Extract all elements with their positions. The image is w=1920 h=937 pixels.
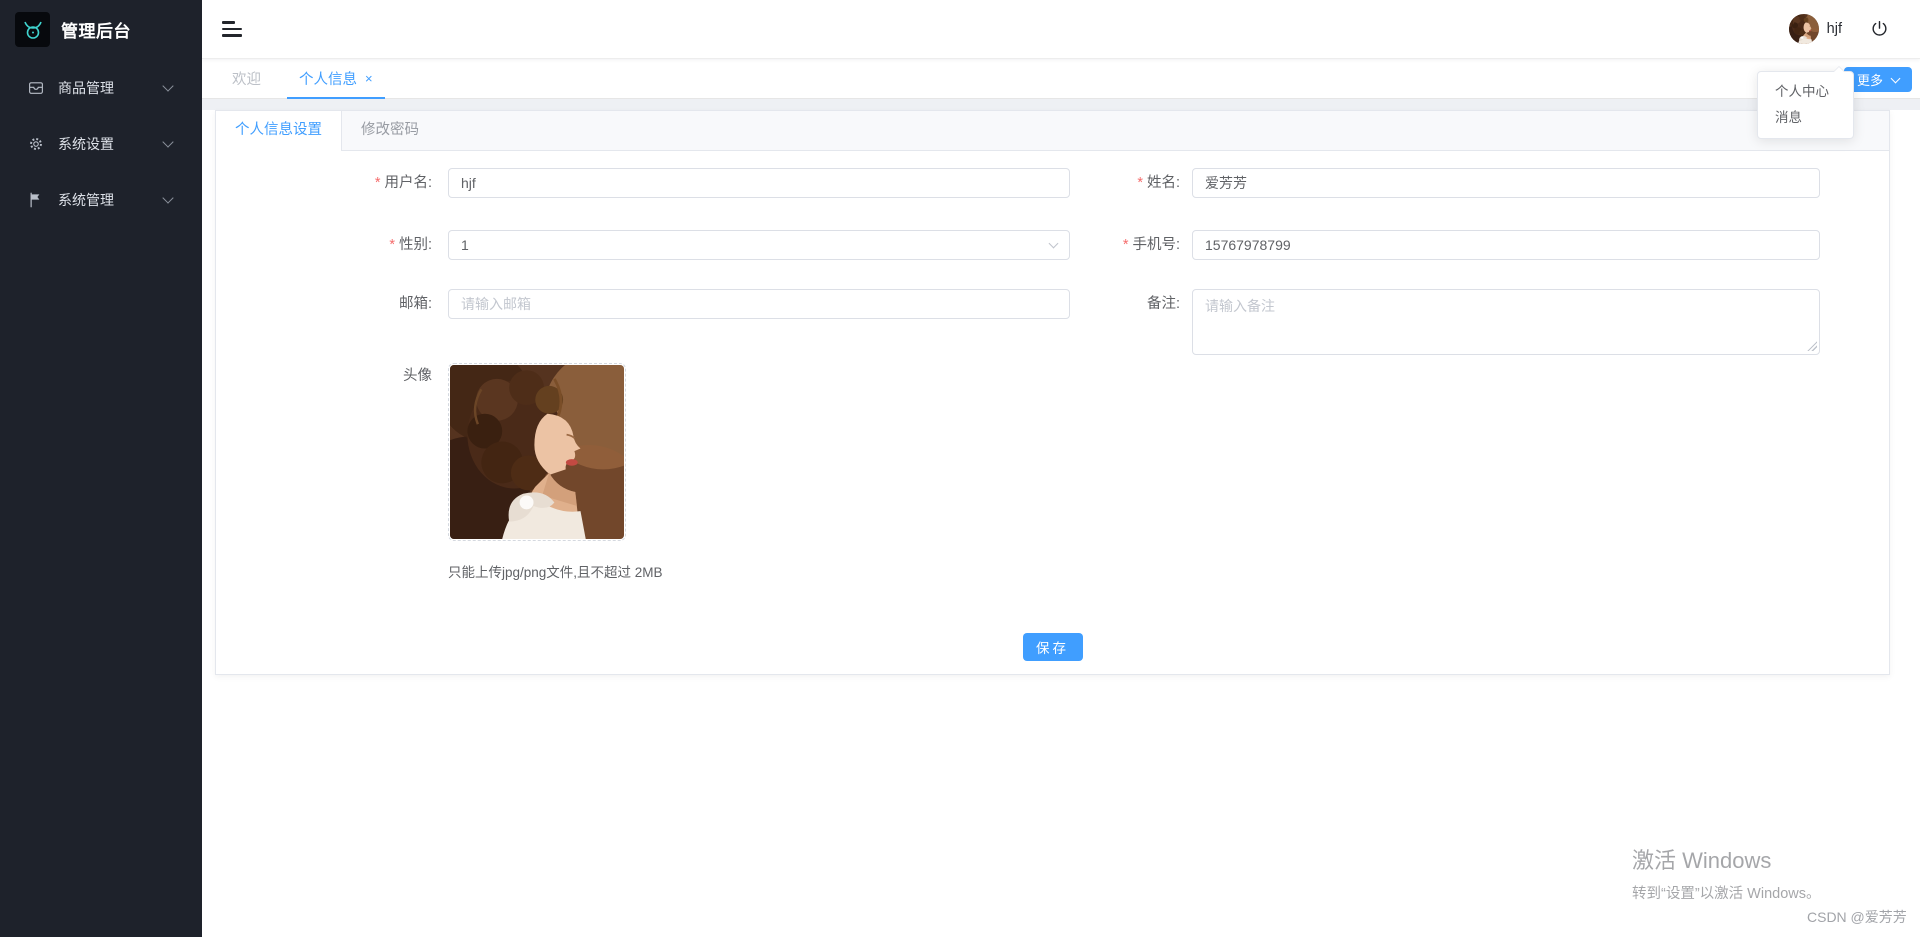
flag-icon [26,190,46,210]
chevron-down-icon [162,192,174,204]
sidebar-item-label: 系统设置 [58,136,114,152]
sidebar-item-label: 商品管理 [58,80,114,96]
gender-select-input[interactable] [448,230,1070,260]
upload-hint: 只能上传jpg/png文件,且不超过 2MB [448,565,663,580]
sidebar-menu: 商品管理 系统设置 系统管理 [0,59,202,228]
username-text: hjf [1826,21,1842,37]
menu-fold-icon[interactable] [222,21,242,37]
remark-label: 备注: [1146,296,1180,312]
avatar-upload[interactable] [448,363,626,541]
app-logo-icon [15,12,50,47]
name-field: * 姓名: [1070,168,1820,198]
top-header: hjf [202,0,1920,59]
close-icon[interactable]: × [365,71,373,86]
gender-label: * 性别: [389,237,432,253]
gender-field: * 性别: [216,230,1070,260]
tab-welcome[interactable]: 欢迎 [220,59,273,98]
sidebar-item-system-settings[interactable]: 系统设置 [0,116,202,172]
goods-icon [26,78,46,98]
menu-item-messages[interactable]: 消息 [1758,105,1853,131]
remark-textarea[interactable] [1192,289,1820,355]
more-button[interactable]: 更多 [1843,67,1912,92]
email-field: 邮箱: [216,289,1070,355]
content-gap [202,99,1920,110]
gender-select[interactable] [448,230,1070,260]
chevron-down-icon [1890,73,1901,83]
content-area: 个人信息设置 修改密码 *用户名: *姓名: [202,99,1920,937]
main-area: hjf 欢迎 个人信息 × 更多 个人信息设置 修改密码 * 用户名: hjf … [202,0,1920,937]
chevron-down-icon [162,136,174,148]
phone-field: * 手机号: [1070,230,1820,260]
user-avatar[interactable] [1789,14,1819,44]
windows-activation-watermark: 激活 Windows 转到“设置”以激活 Windows。 [1632,843,1821,903]
email-label: 邮箱: [398,296,432,312]
chevron-down-icon [162,80,174,92]
menu-item-personal-center[interactable]: 个人中心 [1758,79,1853,105]
required-asterisk: * [389,237,395,253]
windows-activation-subtitle: 转到“设置”以激活 Windows。 [1632,886,1821,902]
required-asterisk: * [1122,237,1129,253]
save-button[interactable]: 保存 [1022,633,1083,661]
username-label: * 用户名: [374,175,432,191]
user-dropdown-menu: 个人中心 消息 [1757,66,1854,139]
required-asterisk: * [374,175,381,191]
username-field: * 用户名: [216,168,1070,198]
logout-power-icon[interactable] [1870,19,1890,39]
avatar-label: 头像 [403,368,432,384]
gear-icon [26,134,46,154]
app-logo: 管理后台 [0,0,202,59]
username-input[interactable] [448,168,1070,198]
profile-form: *用户名: *姓名: [216,151,1889,661]
avatar-image [450,365,624,539]
tab-profile[interactable]: 个人信息 × [287,59,385,99]
tab-profile-settings[interactable]: 个人信息设置 [216,111,342,151]
tag-bar: 欢迎 个人信息 × 更多 [202,59,1920,99]
sidebar-item-label: 系统管理 [58,192,114,208]
phone-label: * 手机号: [1122,237,1180,253]
app-title: 管理后台 [61,22,131,41]
csdn-watermark: CSDN @爱芳芳 [1807,909,1907,925]
sidebar-item-system-management[interactable]: 系统管理 [0,172,202,228]
phone-input[interactable] [1192,230,1820,260]
sidebar-item-goods-management[interactable]: 商品管理 [0,60,202,116]
name-input[interactable] [1192,168,1820,198]
email-input[interactable] [448,289,1070,319]
tab-change-password[interactable]: 修改密码 [342,111,438,150]
remark-field: 备注: [1070,289,1820,355]
avatar-field: 头像 [216,363,1889,541]
sidebar: 管理后台 商品管理 系统设置 系统管理 [0,0,202,937]
name-label: * 姓名: [1137,175,1180,191]
card-tabs: 个人信息设置 修改密码 [216,111,1889,151]
profile-card: 个人信息设置 修改密码 *用户名: *姓名: [215,110,1890,675]
required-asterisk: * [1137,175,1143,191]
windows-activation-title: 激活 Windows [1632,848,1772,873]
